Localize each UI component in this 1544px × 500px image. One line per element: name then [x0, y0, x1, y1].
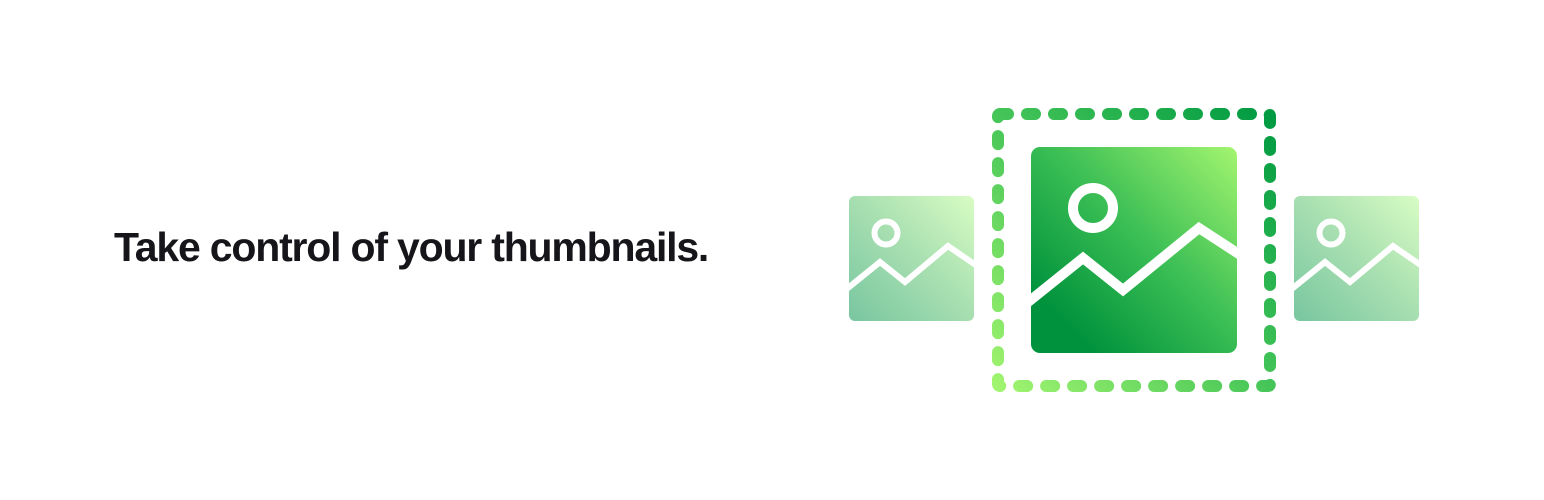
center-thumbnail-image-icon [1031, 147, 1237, 353]
plugin-banner: Take control of your thumbnails. [0, 0, 1544, 500]
right-thumbnail-image-icon [1294, 196, 1419, 321]
thumbnails-illustration [849, 108, 1419, 392]
left-thumbnail-image-icon [849, 196, 974, 321]
